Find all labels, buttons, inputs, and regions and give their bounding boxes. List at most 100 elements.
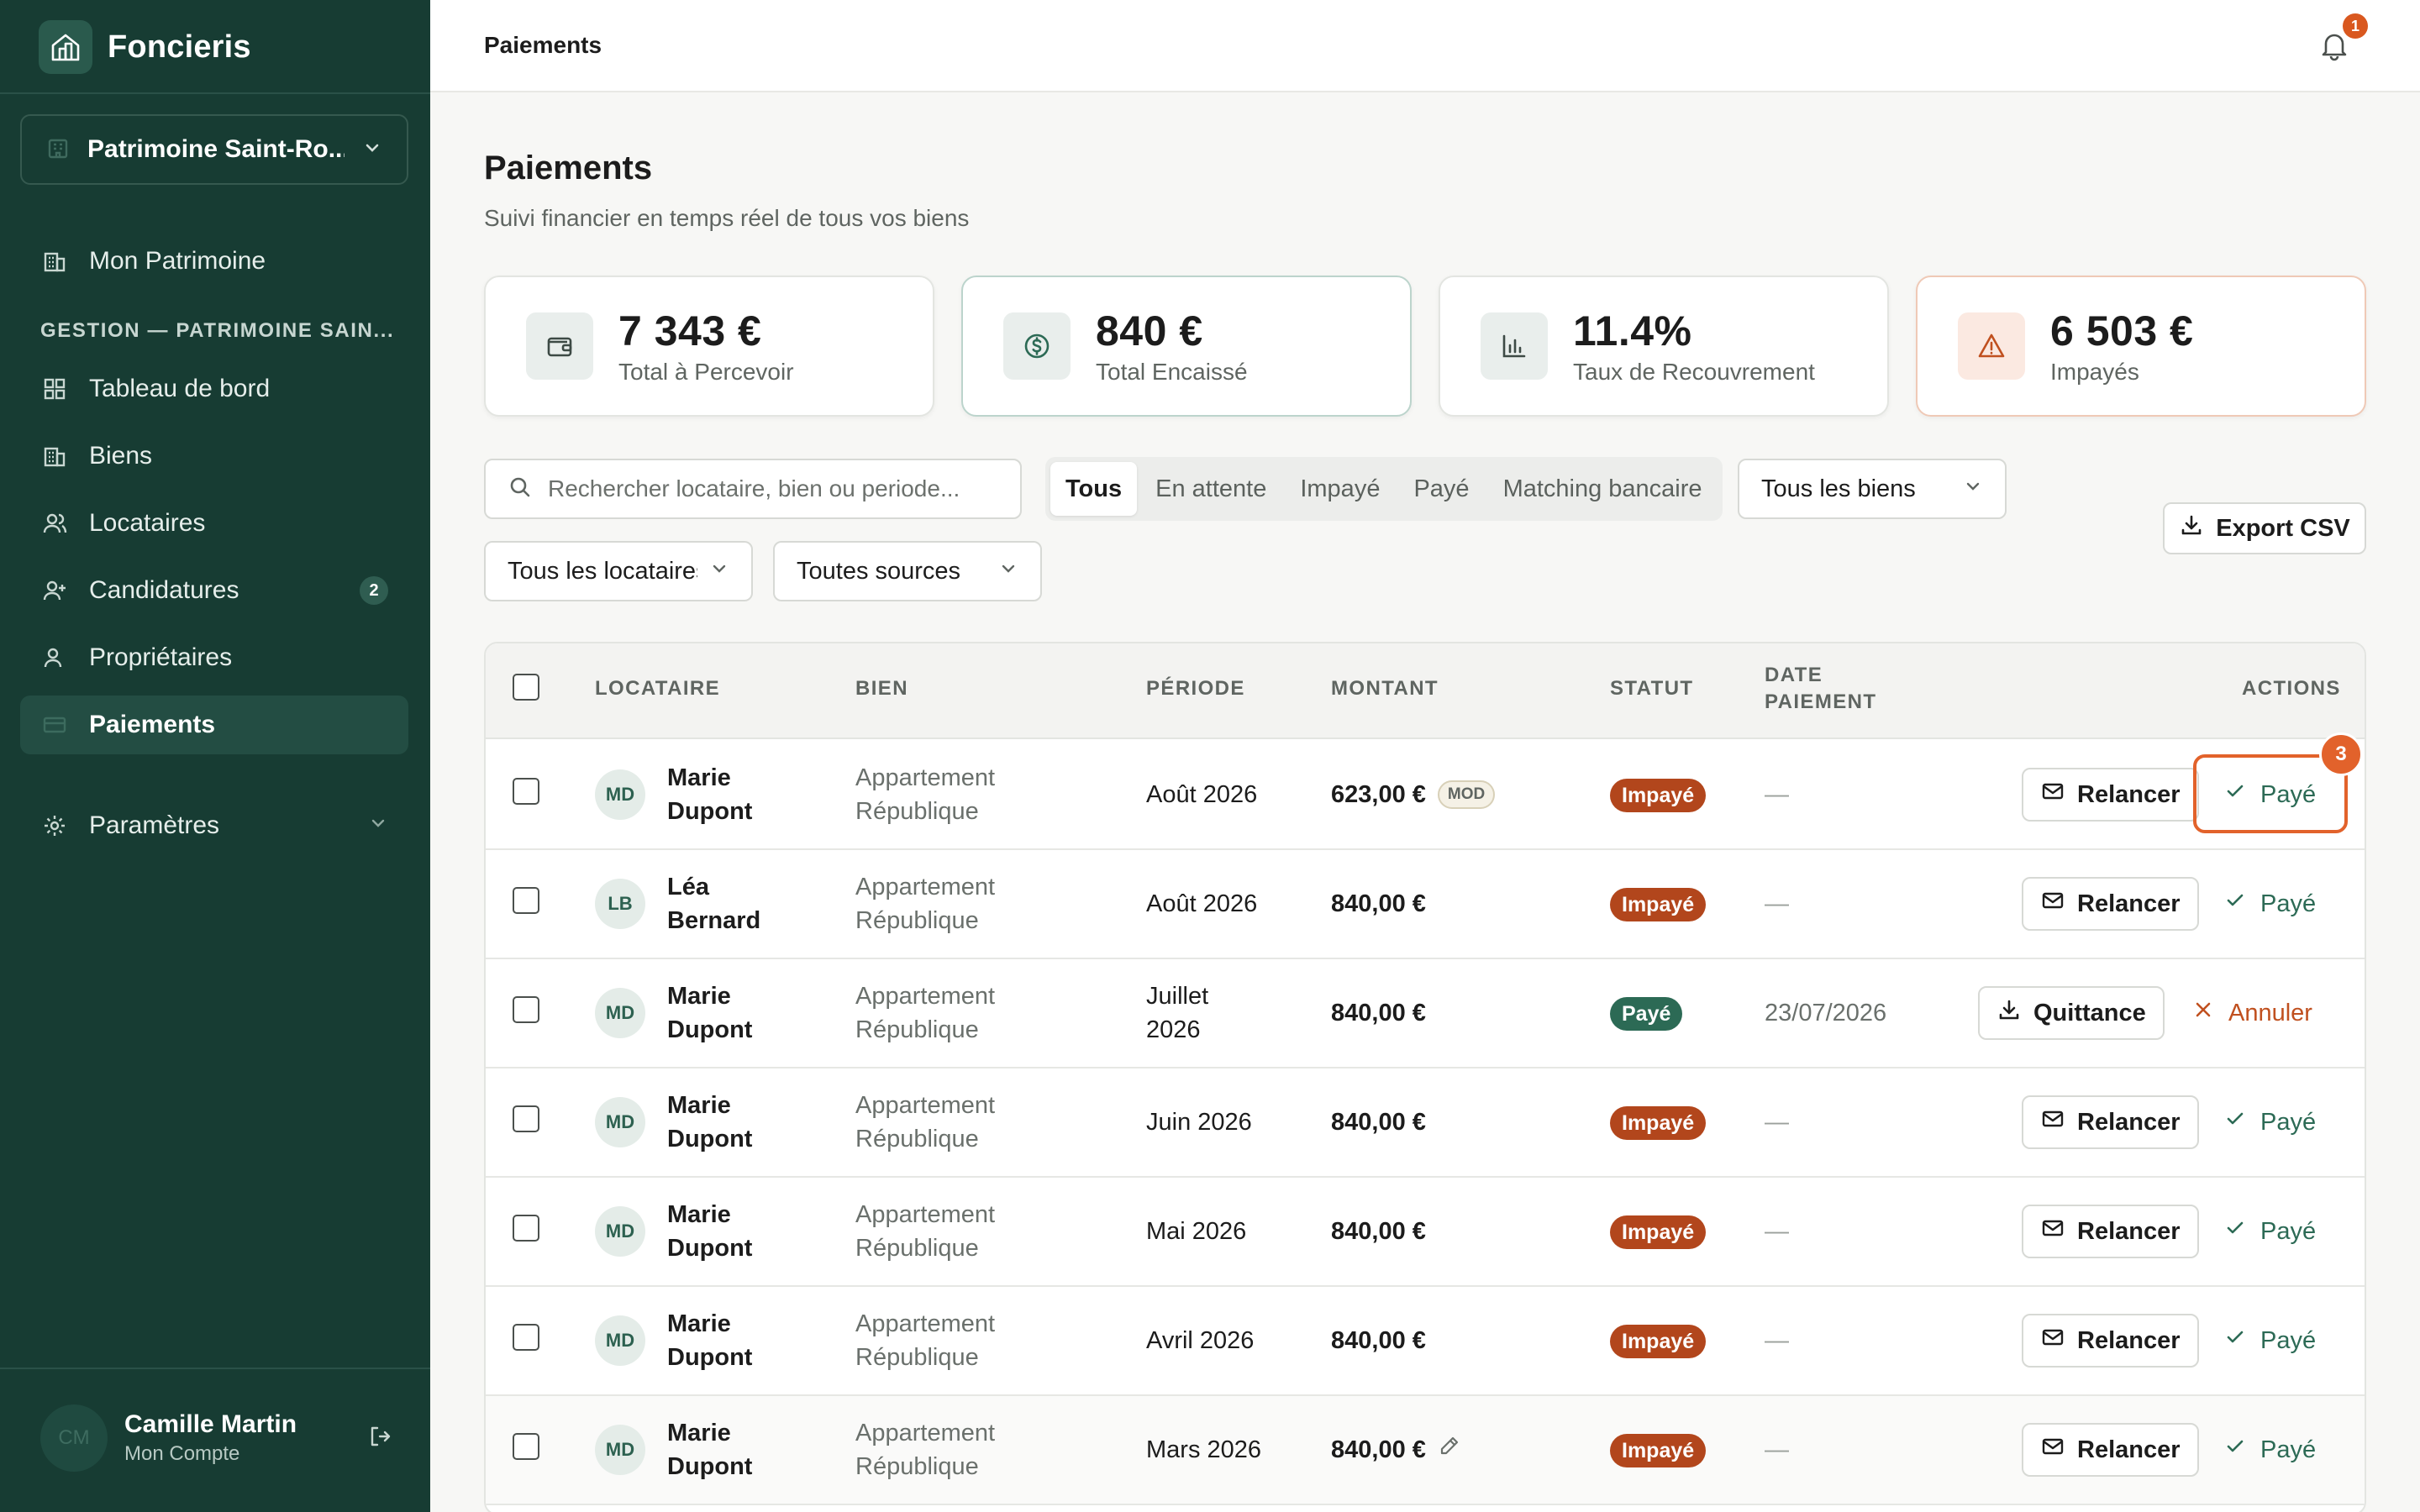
button-label: Relancer xyxy=(2077,890,2181,917)
cancel-payment-button[interactable]: Annuler xyxy=(2191,986,2312,1040)
tenant-name[interactable]: Marie Dupont xyxy=(667,1307,752,1374)
row-checkbox[interactable] xyxy=(513,778,539,805)
tenant-first-name: Marie xyxy=(667,1201,731,1228)
property-line1: Appartement xyxy=(855,874,996,900)
brand[interactable]: Foncieris xyxy=(39,20,251,74)
row-checkbox[interactable] xyxy=(513,887,539,914)
mark-paid-button[interactable]: Payé xyxy=(2223,1095,2316,1149)
property-name: Appartement République xyxy=(855,1198,995,1265)
table-row[interactable]: MD Marie Dupont Appartement République J… xyxy=(486,959,2365,1068)
nav-tableau-de-bord[interactable]: Tableau de bord xyxy=(20,360,408,418)
col-locataire[interactable]: LOCATAIRE xyxy=(595,675,720,702)
nav-locataires[interactable]: Locataires xyxy=(20,494,408,553)
col-statut[interactable]: STATUT xyxy=(1610,675,1694,702)
tab-tous[interactable]: Tous xyxy=(1050,462,1138,516)
app-name: Foncieris xyxy=(108,29,251,65)
chevron-down-icon xyxy=(709,558,729,585)
nav-biens[interactable]: Biens xyxy=(20,427,408,486)
search-box[interactable] xyxy=(484,459,1022,519)
user-account[interactable]: CM Camille Martin Mon Compte xyxy=(40,1404,393,1472)
mark-paid-button[interactable]: Payé xyxy=(2223,877,2316,931)
stat-total-encaisse: 840 € Total Encaissé xyxy=(961,276,1412,417)
nav-proprietaires[interactable]: Propriétaires xyxy=(20,628,408,687)
tenant-first-name: Marie xyxy=(667,983,731,1010)
sources-select[interactable]: Toutes sources xyxy=(773,541,1042,601)
stat-text: 11.4% Taux de Recouvrement xyxy=(1573,307,1815,386)
relancer-button[interactable]: Relancer xyxy=(2022,1314,2199,1368)
row-checkbox[interactable] xyxy=(513,996,539,1023)
mark-paid-button[interactable]: Payé xyxy=(2223,1205,2316,1258)
property-line1: Appartement xyxy=(855,983,996,1010)
tenant-name[interactable]: Léa Bernard xyxy=(667,870,760,937)
table-row[interactable]: MD Marie Dupont Appartement République J… xyxy=(486,1068,2365,1178)
table-row[interactable]: MD Marie Dupont Appartement République A… xyxy=(486,741,2365,850)
table-row[interactable]: MD Marie Dupont Appartement République M… xyxy=(486,1396,2365,1505)
divider xyxy=(0,92,430,94)
locataires-select[interactable]: Tous les locataires xyxy=(484,541,753,601)
mark-paid-button[interactable]: Payé xyxy=(2223,1314,2316,1368)
nav-paiements[interactable]: Paiements xyxy=(20,696,408,754)
logout-icon[interactable] xyxy=(366,1423,393,1454)
avatar: CM xyxy=(40,1404,108,1472)
tenant-last-name: Dupont xyxy=(667,1235,753,1262)
row-checkbox[interactable] xyxy=(513,1324,539,1351)
period: Juin 2026 xyxy=(1146,1109,1252,1136)
tenant-first-name: Marie xyxy=(667,764,731,791)
relancer-button[interactable]: Relancer xyxy=(2022,1423,2199,1477)
export-csv-button[interactable]: Export CSV xyxy=(2163,502,2366,554)
col-periode[interactable]: PÉRIODE xyxy=(1146,675,1245,702)
stat-taux-recouvrement: 11.4% Taux de Recouvrement xyxy=(1439,276,1889,417)
relancer-button[interactable]: Relancer xyxy=(2022,877,2199,931)
tenant-first-name: Léa xyxy=(667,874,709,900)
workspace-selector[interactable]: Patrimoine Saint-Ro... xyxy=(20,114,408,185)
stat-value: 840 € xyxy=(1096,307,1203,354)
step-badge: 3 xyxy=(2319,732,2363,776)
tenant-name[interactable]: Marie Dupont xyxy=(667,1089,752,1156)
col-actions: ACTIONS xyxy=(2242,677,2341,700)
tenant-first-name: Marie xyxy=(667,1310,731,1337)
tenant-name[interactable]: Marie Dupont xyxy=(667,1416,752,1483)
pencil-icon[interactable] xyxy=(1438,1433,1461,1467)
col-date-line1: DATE xyxy=(1765,664,1823,686)
relancer-button[interactable]: Relancer xyxy=(2022,1205,2199,1258)
select-all-checkbox[interactable] xyxy=(513,674,539,701)
nav-mon-patrimoine[interactable]: Mon Patrimoine xyxy=(20,232,408,291)
tenant-name[interactable]: Marie Dupont xyxy=(667,979,752,1047)
tab-impaye[interactable]: Impayé xyxy=(1285,462,1395,516)
row-checkbox[interactable] xyxy=(513,1105,539,1132)
tenant-last-name: Dupont xyxy=(667,1126,753,1152)
search-icon xyxy=(508,475,533,504)
tab-paye[interactable]: Payé xyxy=(1398,462,1484,516)
mark-paid-button[interactable]: Payé xyxy=(2223,1423,2316,1477)
col-montant[interactable]: MONTANT xyxy=(1331,675,1439,702)
nav-candidatures[interactable]: Candidatures 2 xyxy=(20,561,408,620)
nav-label: Mon Patrimoine xyxy=(89,247,266,275)
table-row[interactable]: MD Marie Dupont Appartement République A… xyxy=(486,1287,2365,1396)
col-date-paiement[interactable]: DATE PAIEMENT xyxy=(1765,662,1876,716)
relancer-button[interactable]: Relancer xyxy=(2022,768,2199,822)
download-icon xyxy=(1996,997,2022,1029)
amount: 840,00 € xyxy=(1331,887,1426,921)
search-input[interactable] xyxy=(548,475,998,502)
tenant-name[interactable]: Marie Dupont xyxy=(667,1198,752,1265)
col-bien[interactable]: BIEN xyxy=(855,675,908,702)
tab-en-attente[interactable]: En attente xyxy=(1140,462,1281,516)
payment-date: — xyxy=(1765,1327,1789,1354)
button-label: Quittance xyxy=(2033,999,2146,1026)
table-row[interactable]: LB Léa Bernard Appartement République Ao… xyxy=(486,850,2365,959)
avatar: LB xyxy=(595,879,645,929)
stat-label: Taux de Recouvrement xyxy=(1573,359,1815,385)
table-row[interactable]: MD Marie Dupont Appartement République M… xyxy=(486,1178,2365,1287)
biens-select[interactable]: Tous les biens xyxy=(1738,459,2007,519)
amount-value: 840,00 € xyxy=(1331,1218,1426,1245)
row-checkbox[interactable] xyxy=(513,1215,539,1242)
quittance-button[interactable]: Quittance xyxy=(1978,986,2165,1040)
tab-matching-bancaire[interactable]: Matching bancaire xyxy=(1488,462,1718,516)
button-label: Payé xyxy=(2260,1108,2317,1136)
tenant-name[interactable]: Marie Dupont xyxy=(667,761,752,828)
row-checkbox[interactable] xyxy=(513,1433,539,1460)
chevron-down-icon xyxy=(361,137,383,163)
mail-icon xyxy=(2040,1215,2065,1247)
relancer-button[interactable]: Relancer xyxy=(2022,1095,2199,1149)
nav-parametres[interactable]: Paramètres xyxy=(20,796,408,855)
